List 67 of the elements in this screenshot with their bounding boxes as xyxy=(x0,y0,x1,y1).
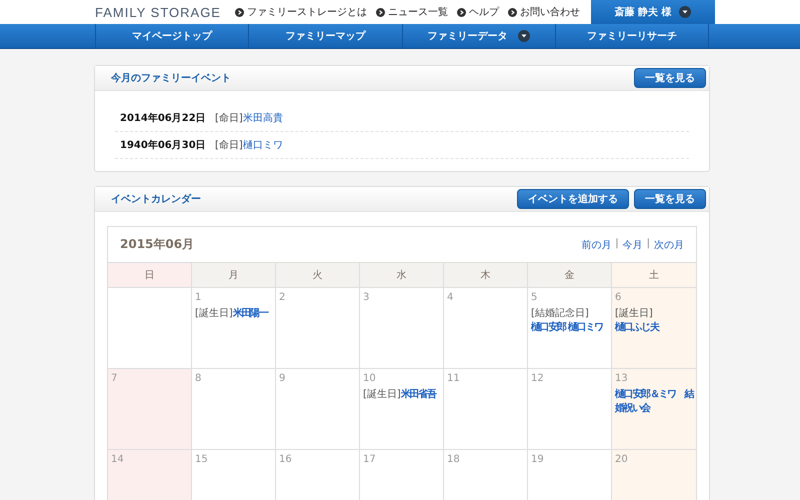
day-number: 15 xyxy=(195,454,208,465)
weekday-header: 木 xyxy=(444,263,528,288)
day-number: 12 xyxy=(531,373,544,384)
day-number: 4 xyxy=(447,292,454,303)
event-type: [命日] xyxy=(215,139,243,152)
nav-tab[interactable]: ファミリーマップ xyxy=(248,24,402,48)
event-type: [結婚記念日] xyxy=(531,308,589,319)
arrow-circle-icon xyxy=(508,8,517,16)
day-number: 13 xyxy=(615,373,628,384)
weekday-header: 水 xyxy=(360,263,444,288)
arrow-circle-icon xyxy=(235,8,244,16)
weekday-header: 金 xyxy=(528,263,612,288)
site-logo[interactable]: FAMILY STORAGE xyxy=(95,4,235,20)
day-number: 20 xyxy=(615,454,628,465)
panel-title: イベントカレンダー xyxy=(111,192,201,206)
event-type: [誕生日] xyxy=(195,308,233,319)
separator: | xyxy=(615,238,619,250)
day-number: 14 xyxy=(111,454,124,465)
user-menu-button[interactable]: 斎藤 静夫 様 xyxy=(591,0,715,24)
action-button[interactable]: 一覧を見る xyxy=(634,68,706,88)
header-link[interactable]: ニュース一覧 xyxy=(376,5,448,19)
person-link[interactable]: 米田高貴 xyxy=(242,111,283,125)
month-link[interactable]: 前の月 xyxy=(581,238,612,252)
day-number: 18 xyxy=(447,454,460,465)
event-date: 1940年06月30日 xyxy=(120,138,207,152)
month-title: 2015年06月 xyxy=(120,236,194,253)
nav-tab[interactable]: マイページトップ xyxy=(95,24,248,48)
nav-tab[interactable]: ファミリーリサーチ xyxy=(554,24,709,48)
day-number: 19 xyxy=(531,454,544,465)
header-link[interactable]: お問い合わせ xyxy=(508,5,580,19)
panel-title: 今月のファミリーイベント xyxy=(111,72,231,85)
weekday-header: 土 xyxy=(612,263,696,288)
header-link[interactable]: ヘルプ xyxy=(457,5,499,19)
month-link[interactable]: 次の月 xyxy=(654,238,684,252)
day-number: 10 xyxy=(363,373,376,384)
arrow-circle-icon xyxy=(457,8,466,16)
day-number: 16 xyxy=(279,454,292,465)
event-type: [誕生日] xyxy=(363,389,401,400)
separator: | xyxy=(646,238,650,250)
event-type: [誕生日] xyxy=(615,308,653,319)
day-number: 8 xyxy=(195,373,202,384)
event-link[interactable]: 樋口安郎 樋口ミワ xyxy=(531,320,603,334)
weekday-header: 日 xyxy=(108,263,192,288)
event-link[interactable]: 米田省吾 xyxy=(400,388,436,402)
month-link[interactable]: 今月 xyxy=(622,238,643,252)
nav-tab[interactable]: ファミリーデータ xyxy=(402,24,555,48)
day-number: 11 xyxy=(447,373,460,384)
event-date: 2014年06月22日 xyxy=(120,112,207,125)
day-number: 17 xyxy=(363,454,376,465)
event-type: [命日] xyxy=(215,112,243,125)
day-number: 9 xyxy=(279,373,286,384)
action-button[interactable]: 一覧を見る xyxy=(634,189,706,209)
event-link[interactable]: 樋口安郎＆ミワ 結婚祝い会 xyxy=(615,388,694,415)
person-link[interactable]: 樋口ミワ xyxy=(242,138,283,152)
weekday-header: 火 xyxy=(276,263,360,288)
day-number: 1 xyxy=(195,292,202,303)
day-number: 7 xyxy=(111,373,118,384)
day-number: 5 xyxy=(531,292,538,303)
day-number: 2 xyxy=(279,292,286,303)
event-link[interactable]: 米田陽一 xyxy=(232,307,268,320)
arrow-circle-icon xyxy=(376,8,385,16)
event-link[interactable]: 樋口ふじ夫 xyxy=(615,320,659,334)
day-number: 6 xyxy=(615,292,622,303)
weekday-header: 月 xyxy=(192,263,276,288)
header-link[interactable]: ファミリーストレージとは xyxy=(235,5,367,19)
action-button[interactable]: イベントを追加する xyxy=(517,189,629,209)
day-number: 3 xyxy=(363,292,370,303)
